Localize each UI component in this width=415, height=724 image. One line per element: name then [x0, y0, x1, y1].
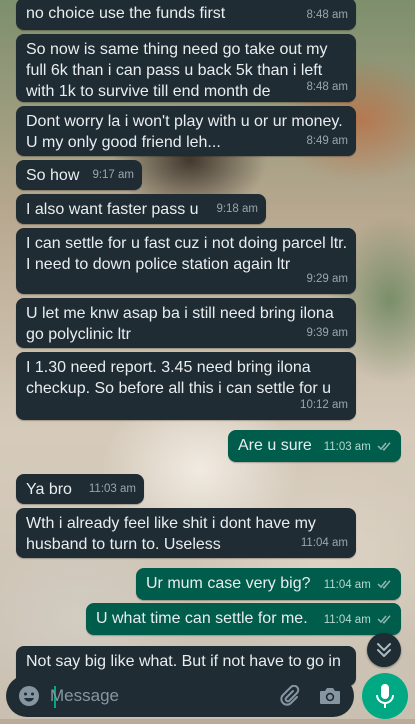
- message-text: Ya bro: [26, 481, 72, 498]
- camera-icon[interactable]: [318, 685, 342, 707]
- chevron-double-down-icon: [377, 643, 391, 657]
- message-bubble[interactable]: Dont worry la i won't play with u or ur …: [16, 106, 356, 156]
- message-time: 9:18 am: [216, 203, 258, 215]
- message-meta: 11:04 am: [324, 610, 393, 631]
- message-text: U let me knw asap ba i still need bring …: [26, 305, 339, 343]
- double-check-icon: [377, 580, 391, 589]
- message-time: 11:03 am: [323, 441, 371, 453]
- message-text: Ur mum case very big?: [146, 575, 311, 592]
- message-time: 10:12 am: [300, 399, 348, 411]
- message-meta: 11:04 am: [324, 575, 393, 596]
- message-text: I also want faster pass u: [26, 201, 199, 218]
- message-input[interactable]: Message: [50, 675, 250, 717]
- message-time: 9:17 am: [92, 169, 134, 181]
- message-bubble[interactable]: I 1.30 need report. 3.45 need bring ilon…: [16, 352, 356, 420]
- message-time: 11:03 am: [88, 483, 136, 495]
- message-bubble[interactable]: Ur mum case very big? 11:04 am: [136, 568, 401, 600]
- message-text: Wth i already feel like shit i dont have…: [26, 515, 321, 553]
- message-bubble[interactable]: Wth i already feel like shit i dont have…: [16, 508, 356, 558]
- message-text: Are u sure: [238, 437, 312, 454]
- message-bubble[interactable]: U let me knw asap ba i still need bring …: [16, 298, 356, 348]
- message-bubble[interactable]: I can settle for u fast cuz i not doing …: [16, 228, 356, 294]
- message-text: no choice use the funds first: [26, 5, 226, 22]
- message-time: 8:49 am: [306, 135, 348, 147]
- message-bubble[interactable]: Ya bro 11:03 am: [16, 474, 144, 504]
- message-text: I can settle for u fast cuz i not doing …: [26, 235, 352, 273]
- paperclip-icon[interactable]: [278, 685, 300, 707]
- message-text: So how: [26, 167, 80, 184]
- message-text: U what time can settle for me.: [96, 610, 308, 627]
- message-text: Not say big like what. But if not have t…: [26, 653, 341, 670]
- message-text: Dont worry la i won't play with u or ur …: [26, 113, 348, 151]
- message-bubble[interactable]: Are u sure 11:03 am: [228, 430, 401, 462]
- message-time: 8:48 am: [306, 81, 348, 93]
- microphone-icon: [376, 684, 394, 708]
- message-time: 9:39 am: [306, 327, 348, 339]
- message-time: 8:48 am: [306, 9, 348, 21]
- message-bubble[interactable]: U what time can settle for me. 11:04 am: [86, 603, 401, 635]
- double-check-icon: [377, 442, 391, 451]
- message-bubble[interactable]: I also want faster pass u 9:18 am: [16, 194, 266, 224]
- message-time: 9:29 am: [306, 273, 348, 285]
- message-time: 11:04 am: [323, 579, 371, 591]
- message-text: So now is same thing need go take out my…: [26, 41, 332, 100]
- message-bubble[interactable]: So how 9:17 am: [16, 160, 142, 190]
- message-time: 11:04 am: [323, 614, 371, 626]
- message-text: I 1.30 need report. 3.45 need bring ilon…: [26, 359, 332, 397]
- microphone-button[interactable]: [362, 673, 408, 719]
- message-composer: Message: [6, 675, 354, 717]
- double-check-icon: [377, 615, 391, 624]
- message-meta: 11:03 am: [324, 437, 393, 458]
- emoji-icon[interactable]: [18, 685, 40, 707]
- message-bubble[interactable]: no choice use the funds first 8:48 am: [16, 0, 356, 30]
- message-time: 11:04 am: [300, 537, 348, 549]
- message-bubble[interactable]: So now is same thing need go take out my…: [16, 34, 356, 102]
- scroll-to-bottom-button[interactable]: [367, 633, 401, 667]
